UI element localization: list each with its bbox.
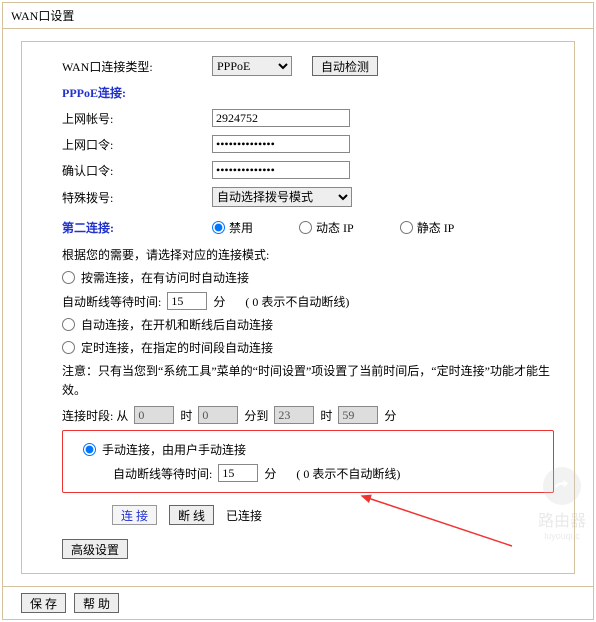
- scheduled-note: 注意：只有当您到“系统工具”菜单的“时间设置”项设置了当前时间后，“定时连接”功…: [62, 362, 554, 400]
- inner-panel: WAN口连接类型: PPPoE 自动检测 PPPoE连接: 上网帐号: 上网口令…: [21, 41, 575, 574]
- watermark: 路由器 luyouqi.c: [538, 467, 586, 541]
- router-icon: [543, 467, 581, 505]
- manual-wait-row: 自动断线等待时间: 分 ( 0 表示不自动断线): [113, 464, 547, 482]
- wan-settings-panel: WAN口设置 WAN口连接类型: PPPoE 自动检测 PPPoE连接: 上网帐…: [2, 2, 594, 620]
- panel-title: WAN口设置: [3, 3, 593, 29]
- ondemand-wait-row: 自动断线等待时间: 分 ( 0 表示不自动断线): [62, 292, 554, 310]
- confirm-input[interactable]: [212, 161, 350, 179]
- mode-auto[interactable]: 自动连接，在开机和断线后自动连接: [62, 316, 554, 333]
- second-conn-label: 第二连接:: [62, 219, 212, 236]
- radio-scheduled[interactable]: [62, 341, 75, 354]
- password-input[interactable]: [212, 135, 350, 153]
- radio-auto[interactable]: [62, 318, 75, 331]
- radio-manual[interactable]: [83, 443, 96, 456]
- mode-ondemand[interactable]: 按需连接，在有访问时自动连接: [62, 269, 554, 286]
- manual-wait-input[interactable]: [218, 464, 258, 482]
- wan-type-label: WAN口连接类型:: [62, 58, 212, 75]
- disconnect-button[interactable]: 断 线: [169, 505, 214, 525]
- radio-dynamic[interactable]: 动态 IP: [299, 219, 354, 236]
- radio-static[interactable]: 静态 IP: [400, 219, 455, 236]
- radio-disable[interactable]: 禁用: [212, 219, 253, 236]
- password-row: 上网口令:: [62, 135, 554, 153]
- arrow-icon: [342, 491, 522, 551]
- pppoe-header-row: PPPoE连接:: [62, 84, 554, 101]
- password-label: 上网口令:: [62, 136, 212, 153]
- account-label: 上网帐号:: [62, 110, 212, 127]
- save-button[interactable]: 保 存: [21, 593, 66, 613]
- manual-highlight: 手动连接，由用户手动连接 自动断线等待时间: 分 ( 0 表示不自动断线): [62, 430, 554, 493]
- modes-section: 根据您的需要，请选择对应的连接模式: 按需连接，在有访问时自动连接 自动断线等待…: [62, 246, 554, 493]
- ondemand-wait-input[interactable]: [167, 292, 207, 310]
- radio-ondemand[interactable]: [62, 271, 75, 284]
- radio-disable-input[interactable]: [212, 221, 225, 234]
- min-from-input: [198, 406, 238, 424]
- hour-to-input: [274, 406, 314, 424]
- account-input[interactable]: [212, 109, 350, 127]
- confirm-row: 确认口令:: [62, 161, 554, 179]
- connect-button[interactable]: 连 接: [112, 505, 157, 525]
- second-conn-row: 第二连接: 禁用 动态 IP 静态 IP: [62, 219, 554, 236]
- dialmode-select[interactable]: 自动选择拨号模式: [212, 187, 352, 207]
- pppoe-header: PPPoE连接:: [62, 84, 126, 101]
- account-row: 上网帐号:: [62, 109, 554, 127]
- dialmode-row: 特殊拨号: 自动选择拨号模式: [62, 187, 554, 207]
- mode-manual[interactable]: 手动连接，由用户手动连接: [83, 441, 547, 458]
- advanced-button[interactable]: 高级设置: [62, 539, 128, 559]
- mode-scheduled[interactable]: 定时连接，在指定的时间段自动连接: [62, 339, 554, 356]
- radio-dynamic-input[interactable]: [299, 221, 312, 234]
- wan-type-select[interactable]: PPPoE: [212, 56, 292, 76]
- min-to-input: [338, 406, 378, 424]
- auto-detect-button[interactable]: 自动检测: [312, 56, 378, 76]
- wan-type-row: WAN口连接类型: PPPoE 自动检测: [62, 56, 554, 76]
- confirm-label: 确认口令:: [62, 162, 212, 179]
- scheduled-time-row: 连接时段: 从 时 分到 时 分: [62, 406, 554, 424]
- bottom-bar: 保 存 帮 助: [3, 586, 593, 619]
- help-button[interactable]: 帮 助: [74, 593, 119, 613]
- connection-status: 已连接: [226, 507, 262, 524]
- radio-static-input[interactable]: [400, 221, 413, 234]
- dialmode-label: 特殊拨号:: [62, 189, 212, 206]
- second-conn-radios: 禁用 动态 IP 静态 IP: [212, 219, 454, 236]
- modes-intro: 根据您的需要，请选择对应的连接模式:: [62, 246, 554, 263]
- hour-from-input: [134, 406, 174, 424]
